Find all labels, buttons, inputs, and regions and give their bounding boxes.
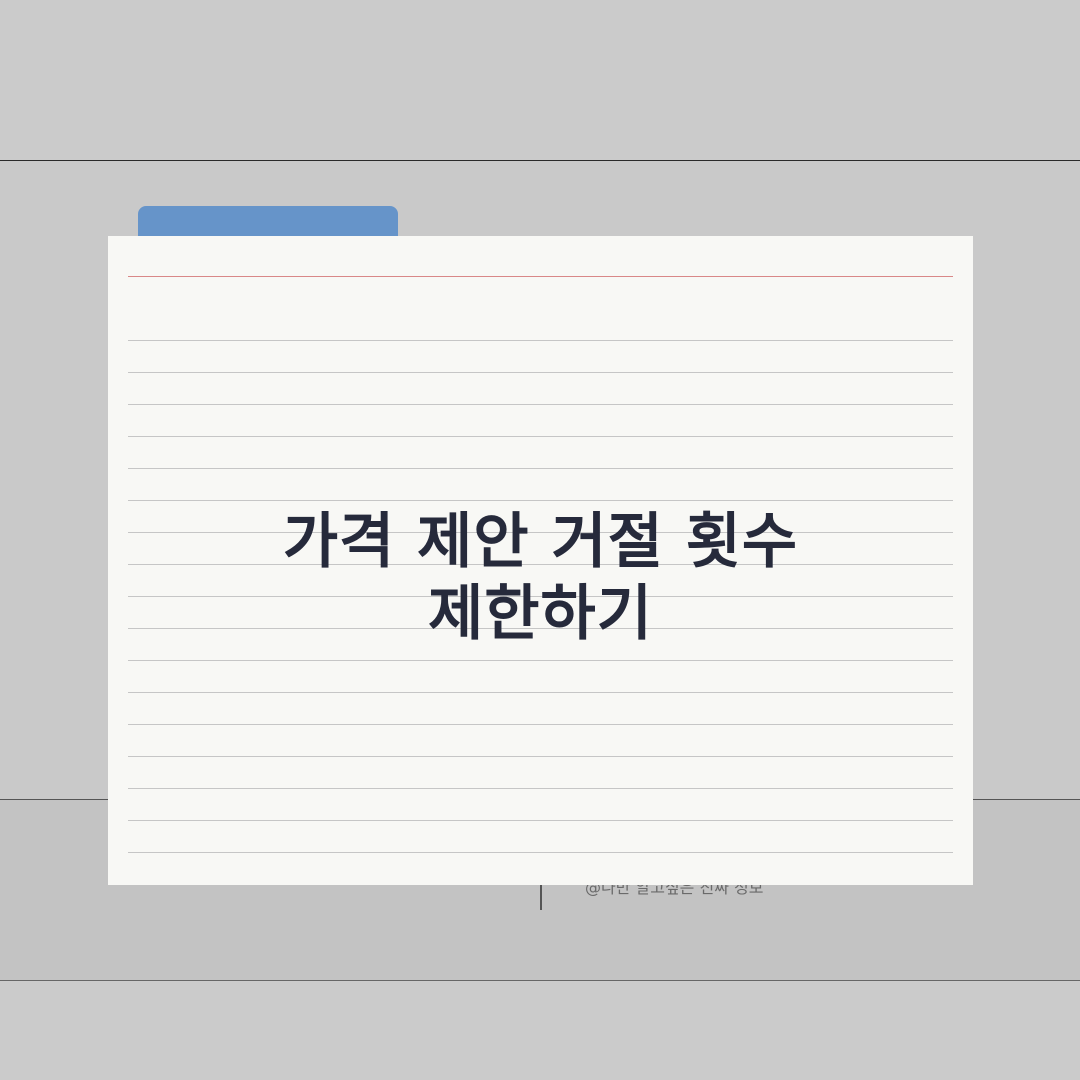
- rule-line: [128, 372, 953, 373]
- rule-line: [128, 724, 953, 725]
- margin-rule-red: [128, 276, 953, 277]
- rule-line: [128, 820, 953, 821]
- rule-line: [128, 788, 953, 789]
- rule-line: [128, 436, 953, 437]
- rule-line: [128, 340, 953, 341]
- rule-line: [128, 404, 953, 405]
- rule-line: [128, 852, 953, 853]
- lined-note-card: 가격 제안 거절 횟수 제한하기: [108, 236, 973, 885]
- page-title: 가격 제안 거절 횟수 제한하기: [108, 506, 973, 650]
- rule-line: [128, 660, 953, 661]
- rule-line: [128, 500, 953, 501]
- rule-line: [128, 468, 953, 469]
- rule-line: [128, 756, 953, 757]
- background-band-bottom: [0, 982, 1080, 1080]
- rule-line: [128, 692, 953, 693]
- title-line-2: 제한하기: [428, 579, 653, 649]
- title-line-1: 가격 제안 거절 횟수: [282, 507, 799, 577]
- background-band-top: [0, 0, 1080, 161]
